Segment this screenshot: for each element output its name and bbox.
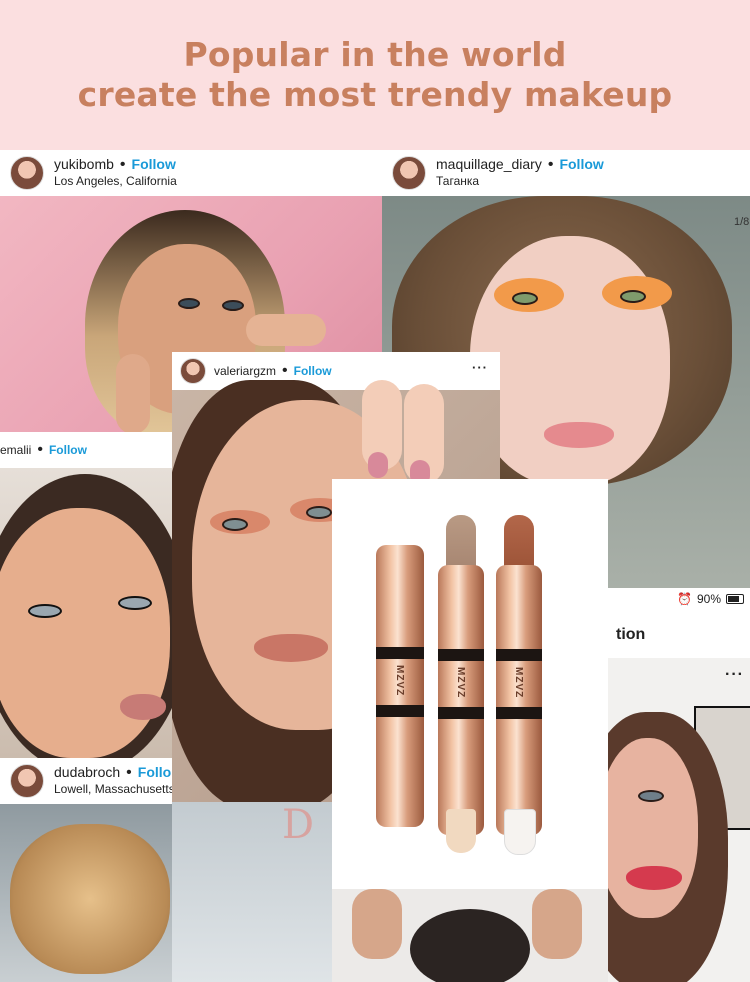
photo-counter: 1/8	[734, 216, 750, 228]
post-emalii: emalii • Follow	[0, 432, 172, 758]
follow-button[interactable]: Follow	[294, 364, 332, 378]
post-dudabroch: dudabroch • Follo Lowell, Massachusetts	[0, 758, 172, 982]
status-bar: ⏰ 90%	[612, 588, 750, 610]
avatar[interactable]	[392, 156, 426, 190]
post-photo[interactable]	[0, 804, 172, 982]
post-header: yukibomb • Follow Los Angeles, California	[0, 150, 382, 196]
username[interactable]: yukibomb	[54, 156, 114, 172]
avatar[interactable]	[10, 156, 44, 190]
battery-icon	[726, 594, 744, 604]
location[interactable]: Los Angeles, California	[54, 173, 177, 190]
hero-title-line1: Popular in the world	[183, 35, 567, 74]
location[interactable]: Lowell, Massachusetts	[54, 781, 172, 798]
post-photo[interactable]	[0, 468, 172, 758]
hero-banner: Popular in the world create the most tre…	[0, 0, 750, 150]
post-header: valeriargzm • Follow ···	[172, 352, 500, 390]
hero-title-line2: create the most trendy makeup	[77, 75, 673, 114]
alarm-icon: ⏰	[677, 592, 692, 606]
avatar[interactable]	[180, 358, 206, 384]
follow-button[interactable]: Follow	[132, 156, 176, 172]
product-image[interactable]: MZVZ MZVZ MZVZ	[332, 479, 608, 889]
username[interactable]: dudabroch	[54, 764, 120, 780]
bottom-photo-strip-2	[332, 889, 608, 982]
follow-button[interactable]: Follow	[49, 443, 87, 457]
username[interactable]: maquillage_diary	[436, 156, 542, 172]
follow-button[interactable]: Follow	[559, 156, 603, 172]
location[interactable]: Таганка	[436, 173, 604, 190]
username[interactable]: emalii	[0, 443, 31, 457]
bottom-photo-strip: D	[172, 802, 332, 982]
brand-label: MZVZ	[394, 665, 405, 697]
avatar[interactable]	[10, 764, 44, 798]
more-dots-icon[interactable]: ···	[725, 666, 744, 684]
post-header: maquillage_diary • Follow Таганка	[382, 150, 750, 196]
post-header: emalii • Follow	[0, 432, 172, 468]
more-dots-icon[interactable]: ···	[472, 360, 488, 375]
post-right-bottom: ···	[608, 658, 750, 982]
battery-level: 90%	[696, 592, 721, 606]
username[interactable]: valeriargzm	[214, 364, 276, 378]
follow-button[interactable]: Follo	[138, 764, 171, 780]
post-title-bar: tion	[612, 612, 750, 658]
post-header: dudabroch • Follo Lowell, Massachusetts	[0, 758, 172, 804]
post-title-fragment: tion	[616, 626, 646, 643]
